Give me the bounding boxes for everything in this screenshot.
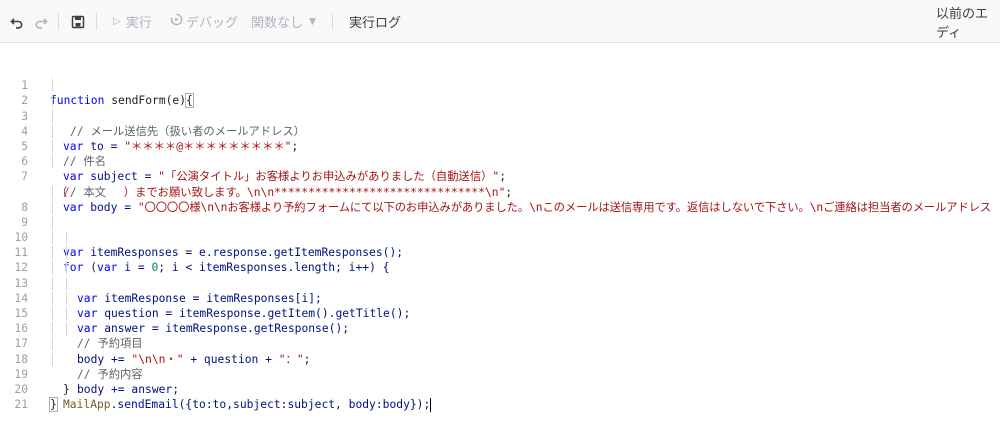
debug-button[interactable]: デバッグ bbox=[170, 0, 238, 43]
code-line: 12 var question = itemResponse.getItem()… bbox=[0, 245, 1000, 320]
function-select-label: 関数なし bbox=[251, 16, 304, 31]
save-icon[interactable] bbox=[71, 0, 85, 43]
code-line: 1 function sendForm(e){ bbox=[0, 63, 1000, 109]
run-button[interactable]: ▷ 実行 bbox=[113, 0, 152, 43]
indent-guide bbox=[52, 185, 53, 199]
code-line: 20 } bbox=[0, 367, 1000, 413]
indent-guide bbox=[52, 231, 53, 245]
code-line: 18 } bbox=[0, 336, 1000, 396]
run-label: 実行 bbox=[125, 16, 152, 31]
debug-icon bbox=[170, 13, 183, 30]
code-line: 5 var subject = "「公演タイトル」お客様よりお申込みがありました… bbox=[0, 124, 1000, 183]
editor-toolbar: ▷ 実行 デバッグ 関数なし ▼ 実行ログ 以前のエディ bbox=[0, 0, 1000, 43]
indent-guide bbox=[52, 276, 53, 290]
execution-log-label: 実行ログ bbox=[349, 16, 402, 31]
redo-icon[interactable] bbox=[34, 0, 48, 43]
code-line: 17 body += answer; bbox=[0, 321, 1000, 396]
code-line-wrapped: （ ）までお願い致します。\n\n***********************… bbox=[0, 169, 1000, 199]
text-cursor bbox=[430, 398, 432, 413]
indent-guide bbox=[52, 139, 53, 153]
chevron-down-icon: ▼ bbox=[309, 16, 316, 27]
debug-label: デバッグ bbox=[186, 16, 239, 31]
previous-editor-button[interactable]: 以前のエディ bbox=[936, 0, 1000, 43]
code-line: 6 // 本文 bbox=[0, 139, 1000, 199]
indent-guide bbox=[66, 307, 67, 320]
indent-guide bbox=[66, 261, 67, 275]
code-class: MailApp bbox=[63, 398, 111, 412]
previous-editor-label: 以前のエディ bbox=[936, 6, 989, 41]
indent-guide bbox=[52, 261, 53, 275]
toolbar-divider bbox=[96, 13, 97, 30]
code-line: 21 bbox=[0, 382, 1000, 411]
indent-guide bbox=[52, 109, 53, 123]
function-select[interactable]: 関数なし ▼ bbox=[251, 0, 316, 43]
code-line: 2 // メール送信先（扱い者のメールアドレス） bbox=[0, 78, 1000, 138]
code-line: 14 // 予約項目 bbox=[0, 276, 1000, 350]
code-identifier: .sendEmail({to:to,subject:subject, body:… bbox=[110, 398, 431, 412]
code-line: 9 var itemResponses = e.response.getItem… bbox=[0, 200, 1000, 259]
indent-guide bbox=[52, 94, 53, 108]
indent-guide bbox=[52, 200, 53, 214]
indent-guide bbox=[52, 337, 53, 351]
line-number: 21 bbox=[14, 398, 28, 412]
code-line: 3 var to = "＊＊＊＊@＊＊＊＊＊＊＊＊＊"; bbox=[0, 93, 1000, 153]
play-icon: ▷ bbox=[113, 16, 121, 27]
code-brace: } bbox=[49, 397, 58, 413]
code-line: 4 // 件名 bbox=[0, 109, 1000, 168]
indent-guide bbox=[52, 307, 53, 320]
toolbar-divider bbox=[58, 13, 59, 30]
indent-guide bbox=[52, 352, 53, 366]
indent-guide bbox=[52, 215, 53, 229]
code-line: 13 var answer = itemResponse.getResponse… bbox=[0, 260, 1000, 335]
code-line: 7 var body = "〇〇〇〇様\n\nお客様より予約フォームにて以下のお… bbox=[0, 154, 1000, 214]
indent-guide bbox=[52, 124, 53, 138]
indent-guide bbox=[52, 322, 53, 336]
toolbar-divider bbox=[332, 13, 333, 30]
indent-guide bbox=[66, 246, 67, 260]
indent-guide bbox=[52, 291, 53, 305]
indent-guide bbox=[52, 155, 53, 169]
indent-guide bbox=[52, 246, 53, 260]
code-editor[interactable]: 1 function sendForm(e){ 2 // メール送信先（扱い者の… bbox=[0, 43, 1000, 413]
indent-guide bbox=[66, 276, 67, 290]
code-line: 10 for (var i = 0; i < itemResponses.len… bbox=[0, 215, 1000, 274]
code-line: 15 body += "\n\n・" + question + "："; bbox=[0, 291, 1000, 366]
undo-icon[interactable] bbox=[10, 0, 24, 43]
indent-guide bbox=[66, 322, 67, 336]
indent-guide bbox=[66, 291, 67, 305]
indent-guide bbox=[52, 79, 53, 93]
code-line: 19 MailApp.sendEmail({to:to,subject:subj… bbox=[0, 352, 1000, 413]
code-line: 8 bbox=[0, 185, 1000, 214]
code-line: 11 var itemResponse = itemResponses[i]; bbox=[0, 230, 1000, 305]
code-line: 16 // 予約内容 bbox=[0, 306, 1000, 381]
code-area[interactable]: 1 function sendForm(e){ 2 // メール送信先（扱い者の… bbox=[0, 63, 1000, 413]
execution-log-button[interactable]: 実行ログ bbox=[349, 0, 401, 43]
indent-guide bbox=[66, 231, 67, 245]
